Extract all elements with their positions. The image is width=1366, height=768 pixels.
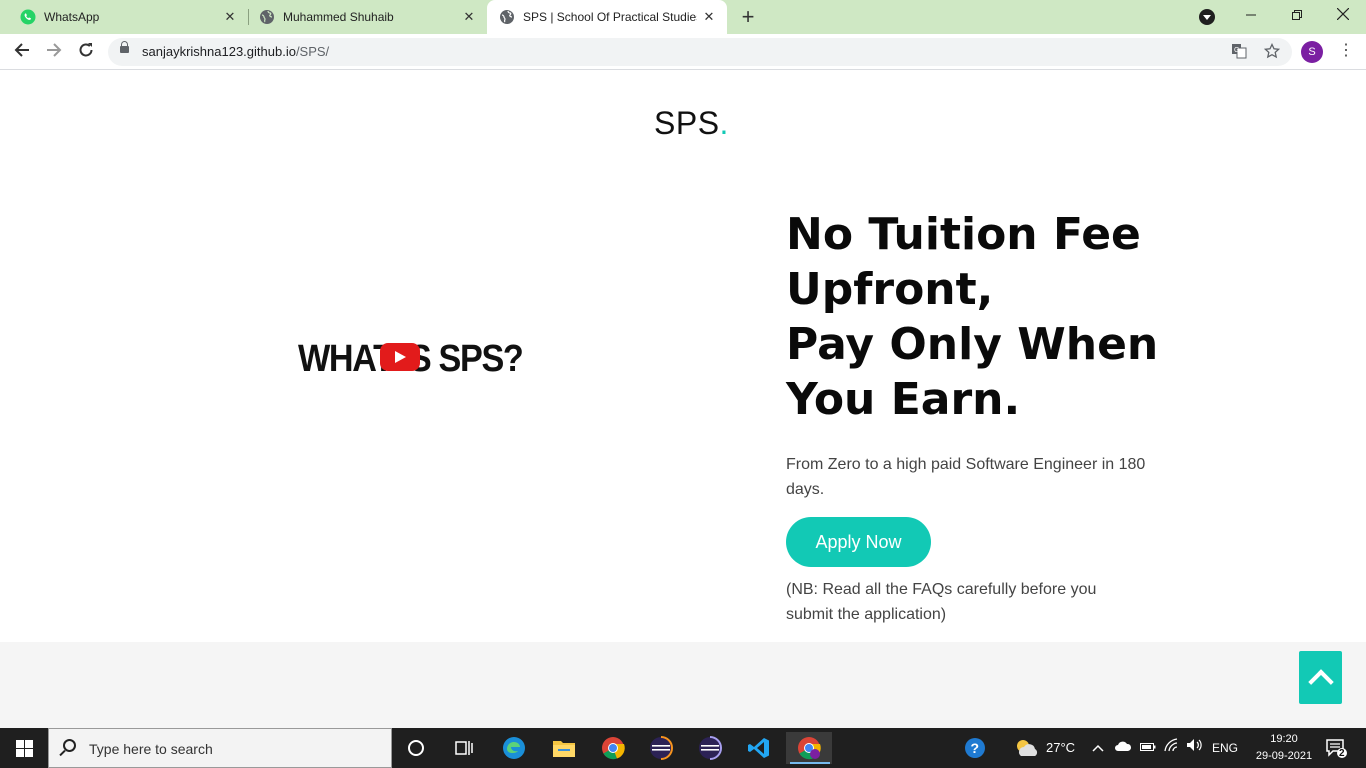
onedrive-icon[interactable] bbox=[1114, 728, 1132, 768]
tab-sps[interactable]: SPS | School Of Practical Studies ✕ bbox=[487, 0, 727, 34]
svg-text:G: G bbox=[1234, 47, 1239, 54]
translate-icon[interactable]: G bbox=[1230, 43, 1248, 61]
clock-time: 19:20 bbox=[1270, 733, 1298, 745]
hero-headline: No Tuition Fee Upfront, Pay Only When Yo… bbox=[786, 207, 1206, 427]
system-clock[interactable]: 19:20 29-09-2021 bbox=[1252, 731, 1316, 765]
minimize-button[interactable] bbox=[1228, 0, 1274, 30]
close-tab-icon[interactable]: ✕ bbox=[697, 9, 721, 25]
windows-logo-icon bbox=[16, 749, 24, 757]
hero-subtext: From Zero to a high paid Software Engine… bbox=[786, 456, 1146, 498]
reload-button[interactable] bbox=[72, 38, 100, 66]
file-explorer-icon[interactable] bbox=[544, 732, 584, 764]
start-button[interactable] bbox=[0, 728, 48, 768]
bookmark-star-icon[interactable] bbox=[1263, 42, 1281, 61]
address-bar[interactable]: sanjaykrishna123.github.io/SPS/ G bbox=[108, 38, 1292, 66]
search-placeholder: Type here to search bbox=[89, 741, 213, 757]
eclipse-icon[interactable] bbox=[641, 732, 681, 764]
faq-note: (NB: Read all the FAQs carefully before … bbox=[786, 581, 1097, 623]
scroll-to-top-button[interactable] bbox=[1299, 651, 1342, 704]
web-page: SPS. WHAT IS SPS? No Tuition Fee Upfront… bbox=[0, 71, 1366, 728]
weather-icon[interactable] bbox=[1006, 732, 1046, 764]
site-logo[interactable]: SPS. bbox=[654, 105, 729, 142]
footer-band bbox=[0, 642, 1366, 728]
close-tab-icon[interactable]: ✕ bbox=[457, 9, 481, 25]
headline-line: You Earn. bbox=[786, 374, 1021, 425]
help-icon[interactable]: ? bbox=[956, 732, 996, 764]
browser-tabstrip: WhatsApp ✕ Muhammed Shuhaib ✕ SPS | Scho… bbox=[0, 0, 1366, 34]
windows-logo-icon bbox=[16, 740, 24, 748]
edge-icon[interactable] bbox=[494, 732, 534, 764]
tab-whatsapp[interactable]: WhatsApp ✕ bbox=[0, 0, 248, 34]
headline-line: Upfront, bbox=[786, 264, 994, 315]
browser-toolbar: sanjaykrishna123.github.io/SPS/ G S ⋮ bbox=[0, 34, 1366, 70]
chrome-icon[interactable] bbox=[593, 732, 633, 764]
weather-temperature[interactable]: 27°C bbox=[1046, 728, 1075, 768]
profile-avatar[interactable]: S bbox=[1301, 41, 1323, 63]
svg-text:?: ? bbox=[971, 740, 980, 756]
windows-logo-icon bbox=[25, 749, 33, 757]
notification-center-icon[interactable]: 2 bbox=[1318, 732, 1354, 764]
tab-muhammed-shuhaib[interactable]: Muhammed Shuhaib ✕ bbox=[239, 0, 487, 34]
globe-icon bbox=[499, 9, 515, 25]
language-indicator[interactable]: ENG bbox=[1212, 728, 1238, 768]
cortana-icon[interactable] bbox=[396, 732, 436, 764]
new-tab-button[interactable]: + bbox=[735, 4, 761, 30]
restore-button[interactable] bbox=[1274, 0, 1320, 30]
close-window-button[interactable] bbox=[1320, 0, 1366, 30]
tab-search-icon[interactable] bbox=[1199, 9, 1215, 25]
volume-icon[interactable] bbox=[1186, 728, 1204, 768]
windows-taskbar: Type here to search ? 27°C ENG 19:20 29-… bbox=[0, 728, 1366, 768]
tab-title: Muhammed Shuhaib bbox=[283, 10, 394, 24]
notification-count: 2 bbox=[1339, 748, 1345, 759]
chevron-up-icon[interactable] bbox=[1092, 728, 1104, 768]
headline-line: No Tuition Fee bbox=[786, 209, 1141, 260]
tab-title: SPS | School Of Practical Studies bbox=[523, 10, 697, 24]
task-view-icon[interactable] bbox=[444, 732, 484, 764]
apply-now-button[interactable]: Apply Now bbox=[786, 517, 931, 567]
forward-button[interactable] bbox=[40, 38, 68, 66]
globe-icon bbox=[259, 9, 275, 25]
tab-title: WhatsApp bbox=[44, 10, 100, 24]
active-app-indicator bbox=[790, 762, 830, 764]
youtube-play-icon[interactable] bbox=[380, 343, 420, 371]
taskbar-search-input[interactable]: Type here to search bbox=[48, 728, 392, 768]
search-icon bbox=[63, 739, 76, 752]
url-text: sanjaykrishna123.github.io/SPS/ bbox=[142, 44, 330, 59]
whatsapp-icon bbox=[20, 9, 36, 25]
chrome-profile-icon[interactable] bbox=[786, 732, 832, 764]
battery-icon[interactable] bbox=[1140, 728, 1156, 768]
video-thumbnail[interactable]: WHAT IS SPS? bbox=[298, 337, 524, 381]
vscode-icon[interactable] bbox=[739, 732, 779, 764]
menu-icon[interactable]: ⋮ bbox=[1338, 40, 1354, 64]
eclipse-icon[interactable] bbox=[690, 732, 730, 764]
headline-line: Pay Only When bbox=[786, 319, 1159, 370]
clock-date: 29-09-2021 bbox=[1255, 750, 1313, 762]
lock-icon bbox=[120, 41, 129, 53]
wifi-icon[interactable] bbox=[1164, 728, 1180, 768]
back-button[interactable] bbox=[8, 38, 36, 66]
windows-logo-icon bbox=[25, 740, 33, 748]
